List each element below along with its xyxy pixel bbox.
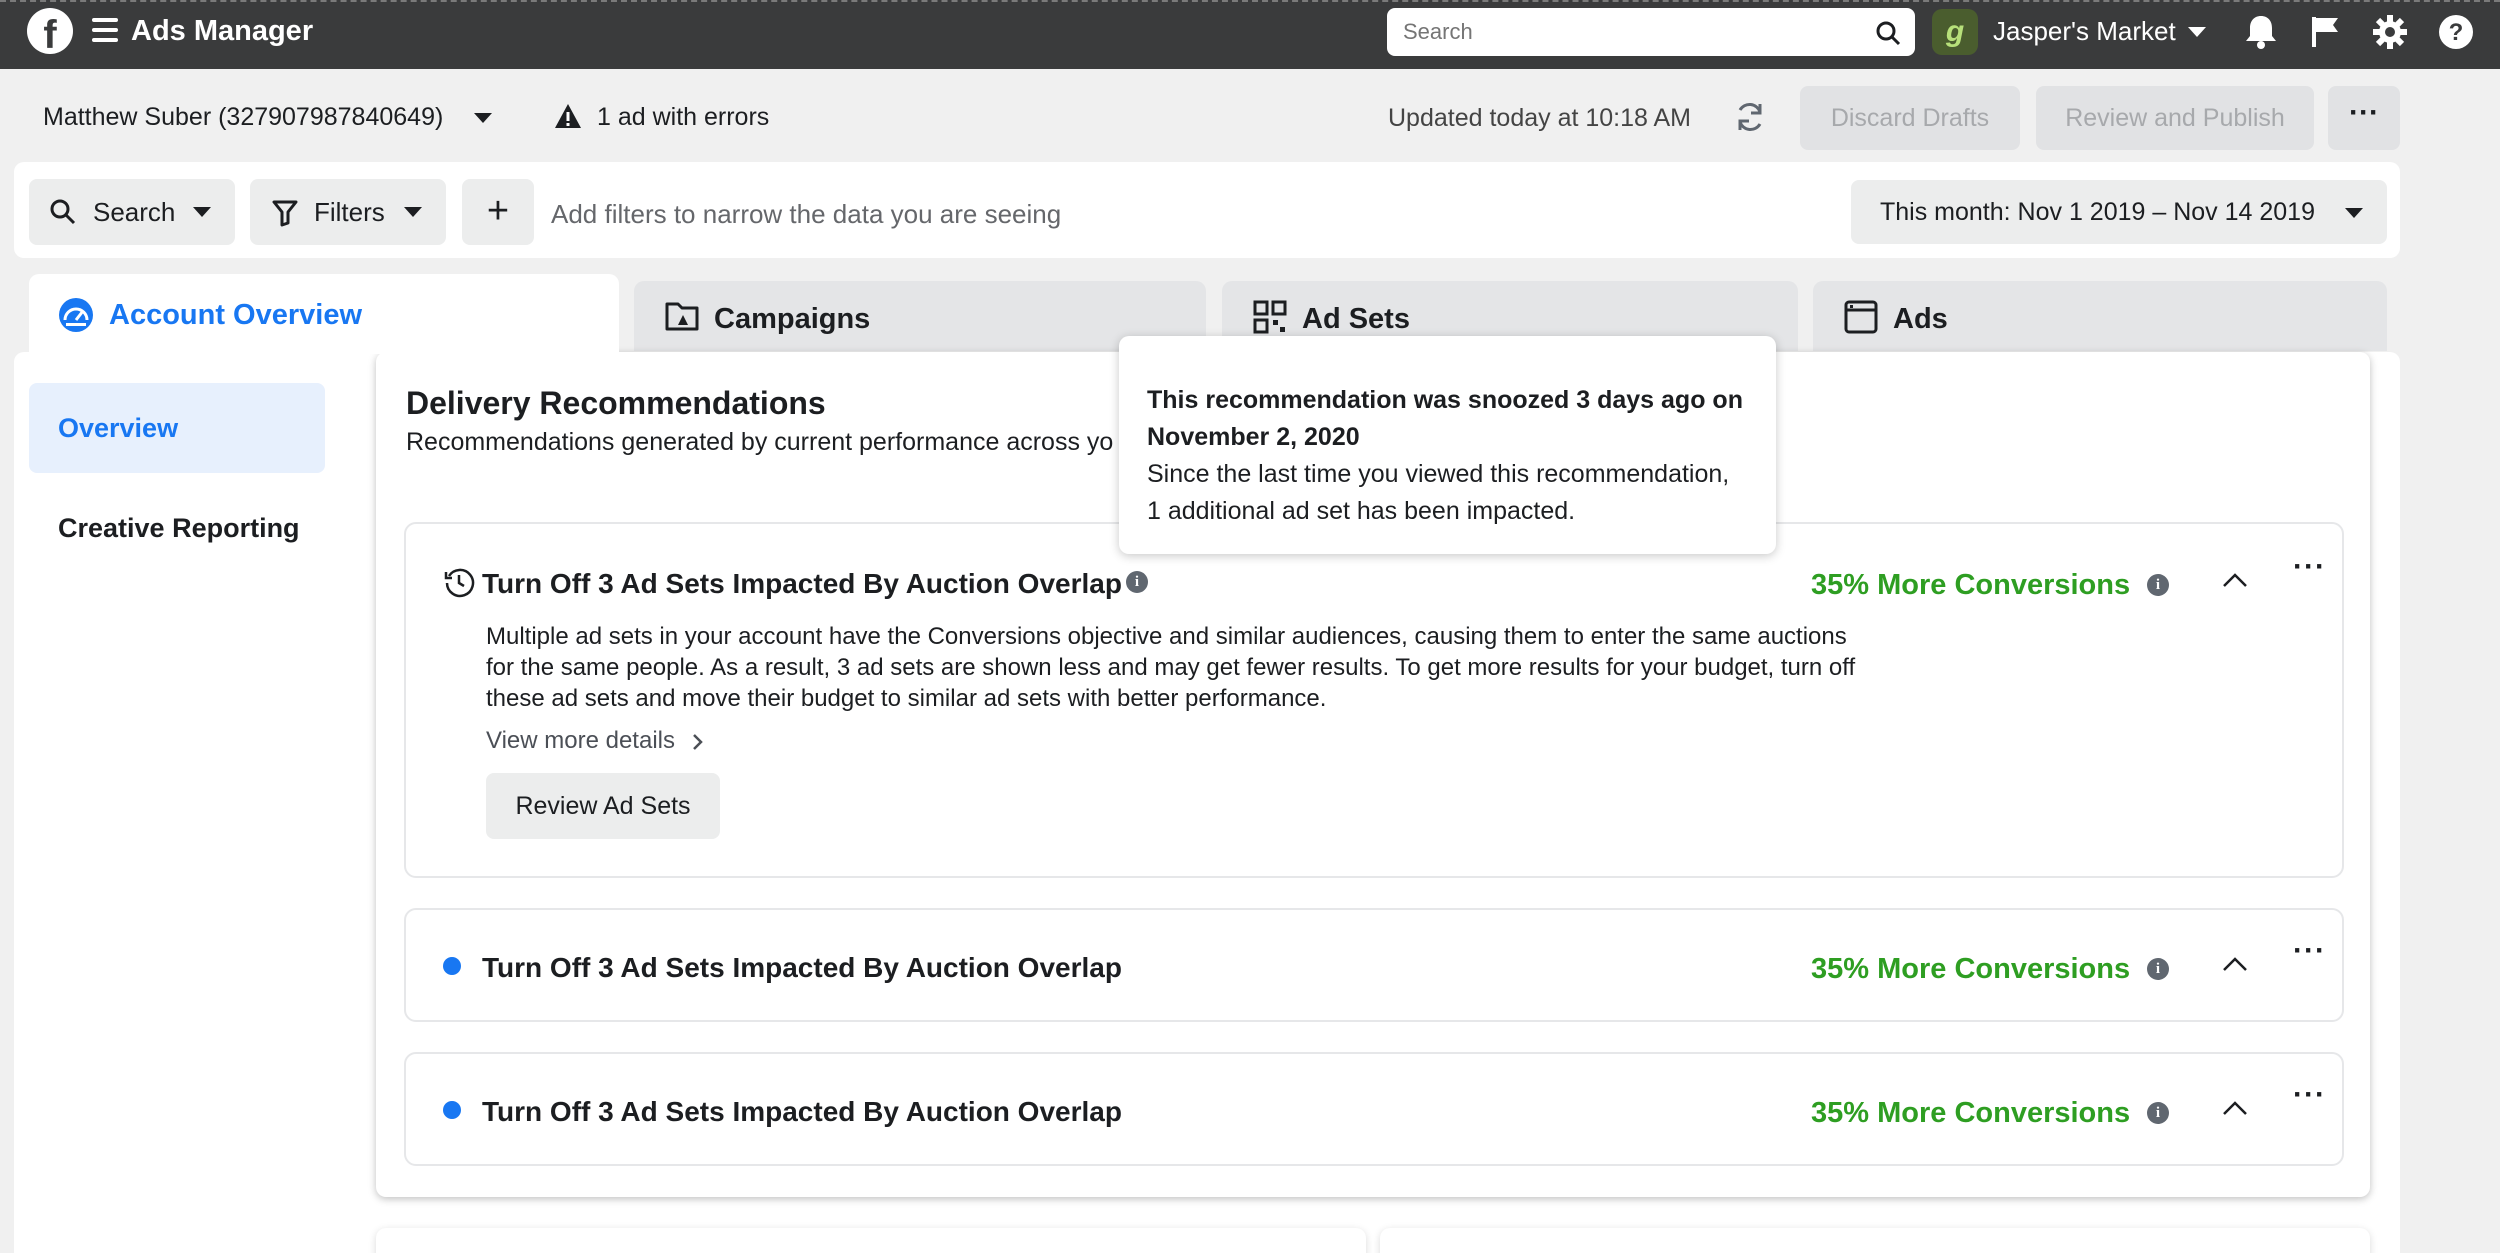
recommendation-description: Multiple ad sets in your account have th… <box>486 623 1856 712</box>
sidebar-item-label: Overview <box>58 413 179 443</box>
tooltip-line: 1 additional ad set has been impacted. <box>1147 497 1576 525</box>
recommendation-gain: 35% More Conversions <box>1811 569 2131 601</box>
ad-account-selector[interactable]: Matthew Suber (327907987840649) <box>43 103 443 132</box>
filters-button[interactable]: Filters <box>250 179 446 245</box>
flag-icon[interactable] <box>2305 12 2345 52</box>
more-options-button[interactable]: ··· <box>2328 86 2400 150</box>
info-icon[interactable]: i <box>2147 1102 2169 1124</box>
next-card-partial <box>376 1228 1366 1253</box>
chevron-down-icon[interactable] <box>2188 27 2206 37</box>
chevron-up-icon[interactable] <box>2222 1100 2248 1116</box>
help-icon[interactable]: ? <box>2436 12 2476 52</box>
recommendation-gain: 35% More Conversions <box>1811 1097 2131 1129</box>
info-icon[interactable]: i <box>2147 574 2169 596</box>
filter-funnel-icon <box>272 200 298 227</box>
grid-icon <box>1253 300 1287 334</box>
snooze-tooltip: This recommendation was snoozed 3 days a… <box>1119 336 1776 554</box>
svg-text:?: ? <box>2449 19 2464 46</box>
search-filter-label: Search <box>93 197 176 227</box>
next-card-partial <box>1380 1228 2370 1253</box>
account-switcher-label[interactable]: Jasper's Market <box>1993 16 2176 47</box>
app-title: Ads Manager <box>131 15 314 47</box>
more-options-icon[interactable]: ··· <box>2293 934 2326 968</box>
global-search[interactable] <box>1387 8 1915 56</box>
tab-ad-sets-label: Ad Sets <box>1302 303 1410 335</box>
review-publish-button[interactable]: Review and Publish <box>2036 86 2314 150</box>
tab-account-overview-label: Account Overview <box>109 299 363 331</box>
ad-errors-text: 1 ad with errors <box>597 103 770 131</box>
chevron-up-icon[interactable] <box>2222 956 2248 972</box>
chevron-right-icon <box>692 733 703 750</box>
unread-dot <box>443 957 461 975</box>
top-bar: f Ads Manager g Jasper's Market ? <box>0 0 2500 69</box>
section-title: Delivery Recommendations <box>406 385 826 421</box>
gauge-icon <box>59 298 93 332</box>
filters-label: Filters <box>314 197 385 227</box>
search-icon[interactable] <box>1875 20 1901 46</box>
recommendation-card: Turn Off 3 Ad Sets Impacted By Auction O… <box>404 522 2344 878</box>
recommendation-title[interactable]: Turn Off 3 Ad Sets Impacted By Auction O… <box>482 568 1122 600</box>
unread-dot <box>443 1101 461 1119</box>
filter-hint-text: Add filters to narrow the data you are s… <box>551 199 1062 229</box>
gear-icon[interactable] <box>2370 12 2410 52</box>
info-icon[interactable]: i <box>1126 571 1148 593</box>
facebook-logo-icon[interactable]: f <box>27 8 73 54</box>
info-icon[interactable]: i <box>2147 958 2169 980</box>
search-icon <box>50 199 76 225</box>
window-icon <box>1844 300 1878 334</box>
global-search-input[interactable] <box>1403 18 1843 46</box>
chevron-down-icon <box>2345 208 2363 218</box>
tooltip-bold-line: November 2, 2020 <box>1147 423 1360 451</box>
view-more-details-link[interactable]: View more details <box>486 727 704 755</box>
refresh-icon[interactable] <box>1733 100 1767 134</box>
add-filter-button[interactable]: + <box>462 179 534 245</box>
recommendation-title[interactable]: Turn Off 3 Ad Sets Impacted By Auction O… <box>482 952 1122 984</box>
tab-campaigns-label: Campaigns <box>714 303 871 335</box>
last-updated-text: Updated today at 10:18 AM <box>1388 104 1691 132</box>
warning-icon <box>555 104 581 128</box>
more-options-icon[interactable]: ··· <box>2293 550 2326 584</box>
review-ad-sets-button[interactable]: Review Ad Sets <box>486 773 720 839</box>
discard-drafts-button[interactable]: Discard Drafts <box>1800 86 2020 150</box>
tooltip-bold-line: This recommendation was snoozed 3 days a… <box>1147 386 1743 414</box>
chevron-down-icon <box>404 207 422 217</box>
search-filter-button[interactable]: Search <box>29 179 235 245</box>
chevron-down-icon <box>193 207 211 217</box>
sidebar-item-overview[interactable]: Overview <box>29 383 325 473</box>
recommendation-gain: 35% More Conversions <box>1811 953 2131 985</box>
chevron-down-icon[interactable] <box>474 113 492 123</box>
account-avatar[interactable]: g <box>1932 9 1978 55</box>
recommendation-card: Turn Off 3 Ad Sets Impacted By Auction O… <box>404 1052 2344 1166</box>
sidebar-item-creative-reporting[interactable]: Creative Reporting <box>58 513 300 544</box>
tab-account-overview[interactable]: Account Overview <box>29 274 619 354</box>
hamburger-menu-icon[interactable] <box>92 18 118 42</box>
recommendation-title[interactable]: Turn Off 3 Ad Sets Impacted By Auction O… <box>482 1096 1122 1128</box>
date-range-label: This month: Nov 1 2019 – Nov 14 2019 <box>1880 198 2315 226</box>
clock-icon <box>444 568 475 598</box>
tab-ads-label: Ads <box>1893 303 1948 335</box>
chevron-up-icon[interactable] <box>2222 572 2248 588</box>
tooltip-line: Since the last time you viewed this reco… <box>1147 460 1730 488</box>
view-more-details-label: View more details <box>486 727 675 754</box>
bell-icon[interactable] <box>2241 12 2281 52</box>
date-range-picker[interactable]: This month: Nov 1 2019 – Nov 14 2019 <box>1851 180 2387 244</box>
section-subtitle: Recommendations generated by current per… <box>406 428 1114 456</box>
recommendation-card: Turn Off 3 Ad Sets Impacted By Auction O… <box>404 908 2344 1022</box>
folder-icon <box>665 302 699 331</box>
tab-ads[interactable]: Ads <box>1813 281 2387 351</box>
more-options-icon[interactable]: ··· <box>2293 1078 2326 1112</box>
